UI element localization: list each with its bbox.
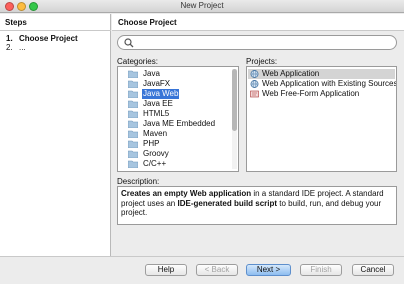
- category-label: Java ME Embedded: [143, 119, 216, 128]
- folder-icon: [128, 130, 138, 138]
- categories-list[interactable]: Java JavaFX Java Web Java EE HTML5 Java …: [117, 66, 239, 172]
- folder-icon: [128, 90, 138, 98]
- category-label: Groovy: [143, 149, 169, 158]
- category-label: Java EE: [143, 99, 173, 108]
- description-box: Creates an empty Web application in a st…: [117, 186, 397, 225]
- category-label: PHP: [143, 139, 160, 148]
- category-label: JavaFX: [143, 79, 171, 88]
- project-label: Web Application with Existing Sources: [262, 79, 397, 88]
- search-icon: [124, 38, 134, 48]
- step-1-label: Choose Project: [19, 34, 78, 43]
- folder-icon: [128, 150, 138, 158]
- project-item-web-application[interactable]: Web Application: [248, 69, 395, 79]
- projects-list[interactable]: Web Application Web Application with Exi…: [246, 66, 397, 172]
- folder-icon: [128, 80, 138, 88]
- new-project-dialog: New Project Steps 1. Choose Project 2....…: [0, 0, 404, 284]
- project-item-web-app-existing-sources[interactable]: Web Application with Existing Sources: [248, 79, 397, 89]
- folder-icon: [128, 100, 138, 108]
- description-label: Description:: [117, 177, 160, 186]
- category-label: HTML5: [143, 109, 170, 118]
- folder-icon: [128, 160, 138, 168]
- folder-icon: [128, 110, 138, 118]
- category-label: C/C++: [143, 159, 167, 168]
- project-item-web-free-form[interactable]: Web Free-Form Application: [248, 89, 395, 99]
- folder-icon: [128, 140, 138, 148]
- step-2: 2....: [6, 43, 26, 52]
- cancel-button[interactable]: Cancel: [352, 264, 394, 276]
- category-label: Java: [143, 69, 160, 78]
- scroll-thumb[interactable]: [232, 69, 237, 131]
- step-1-number: 1.: [6, 34, 13, 43]
- description-bold-1: Creates an empty Web application: [121, 189, 252, 198]
- steps-heading: Steps: [5, 18, 27, 27]
- step-1: 1. Choose Project: [6, 34, 78, 43]
- folder-icon: [128, 120, 138, 128]
- categories-label: Categories:: [117, 57, 158, 66]
- web-freeform-icon: [250, 90, 259, 98]
- step-2-number: 2.: [6, 43, 13, 52]
- description-bold-2: IDE-generated build script: [177, 198, 278, 208]
- finish-button[interactable]: Finish: [300, 264, 342, 276]
- project-label: Web Application: [262, 69, 320, 78]
- category-label: Java Web: [142, 89, 180, 99]
- button-bar-divider: [0, 256, 404, 257]
- project-label: Web Free-Form Application: [262, 89, 360, 98]
- next-button[interactable]: Next >: [246, 264, 291, 276]
- panel-header: Choose Project: [112, 14, 404, 31]
- web-app-globe-icon: [250, 70, 259, 78]
- search-field[interactable]: [117, 35, 397, 50]
- step-2-label: ...: [19, 43, 26, 52]
- categories-scrollbar[interactable]: [232, 69, 237, 169]
- window-title: New Project: [180, 1, 224, 10]
- steps-divider: [0, 30, 111, 31]
- steps-panel: Steps 1. Choose Project 2....: [0, 14, 111, 256]
- projects-label: Projects:: [246, 57, 278, 66]
- folder-icon: [128, 70, 138, 78]
- back-button[interactable]: < Back: [196, 264, 238, 276]
- help-button[interactable]: Help: [145, 264, 187, 276]
- title-bar[interactable]: New Project: [0, 0, 404, 13]
- web-app-globe-icon: [250, 80, 259, 88]
- panel-title: Choose Project: [118, 18, 177, 27]
- category-label: Maven: [143, 129, 168, 138]
